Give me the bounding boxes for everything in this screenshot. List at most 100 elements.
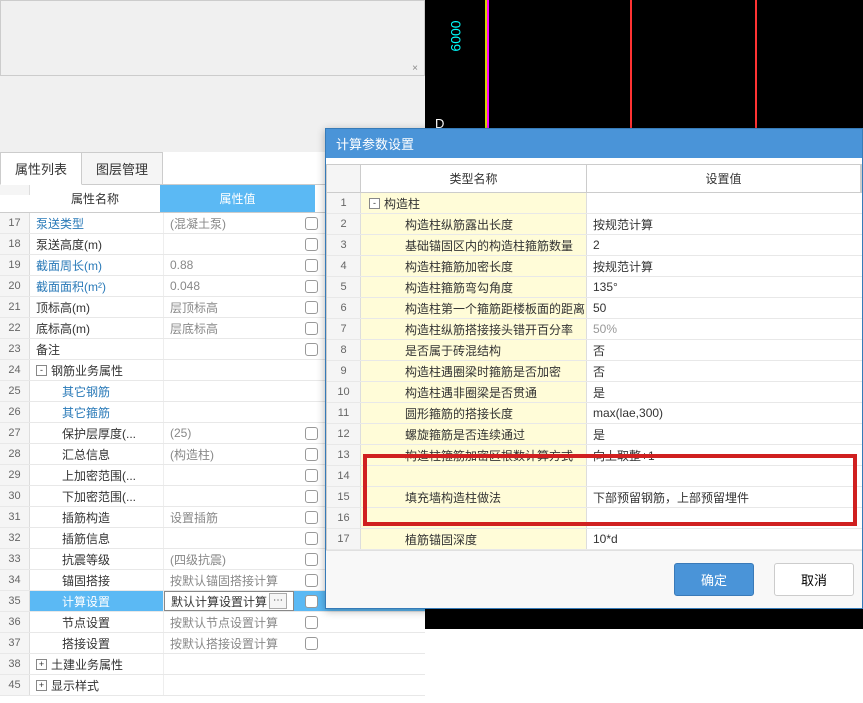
attach-checkbox[interactable]: [305, 532, 318, 545]
col-header-name[interactable]: 属性名称: [30, 185, 160, 212]
tab-properties[interactable]: 属性列表: [0, 152, 82, 185]
row-number: 30: [0, 486, 30, 506]
param-value[interactable]: 135°: [587, 277, 862, 297]
param-value[interactable]: 是: [587, 424, 862, 444]
attach-checkbox[interactable]: [305, 301, 318, 314]
param-row[interactable]: 17植筋锚固深度10*d: [327, 529, 862, 550]
attach-checkbox[interactable]: [305, 553, 318, 566]
attach-checkbox[interactable]: [305, 217, 318, 230]
param-value[interactable]: 否: [587, 361, 862, 381]
property-value[interactable]: (25): [164, 423, 294, 443]
param-value[interactable]: [587, 466, 862, 486]
param-value[interactable]: [587, 193, 862, 213]
param-body[interactable]: 1-构造柱2构造柱纵筋露出长度按规范计算3基础锚固区内的构造柱箍筋数量24构造柱…: [326, 193, 862, 550]
param-value[interactable]: 按规范计算: [587, 214, 862, 234]
attach-checkbox[interactable]: [305, 280, 318, 293]
ok-button[interactable]: 确定: [674, 563, 754, 596]
param-row[interactable]: 6构造柱第一个箍筋距楼板面的距离50: [327, 298, 862, 319]
param-value[interactable]: 向上取整+1: [587, 445, 862, 465]
param-value[interactable]: 50: [587, 298, 862, 318]
cancel-button[interactable]: 取消: [774, 563, 854, 596]
collapse-icon[interactable]: -: [369, 198, 380, 209]
attach-checkbox[interactable]: [305, 637, 318, 650]
attach-checkbox[interactable]: [305, 511, 318, 524]
attach-checkbox[interactable]: [305, 616, 318, 629]
property-value[interactable]: (混凝土泵): [164, 213, 294, 233]
property-value[interactable]: [164, 360, 294, 380]
attach-checkbox[interactable]: [305, 469, 318, 482]
param-row[interactable]: 15填充墙构造柱做法下部预留钢筋，上部预留埋件: [327, 487, 862, 508]
close-icon[interactable]: ×: [412, 63, 418, 74]
attach-checkbox[interactable]: [305, 427, 318, 440]
property-name: 汇总信息: [30, 444, 164, 464]
attach-checkbox[interactable]: [305, 322, 318, 335]
param-name: -构造柱: [361, 193, 587, 213]
param-value[interactable]: 2: [587, 235, 862, 255]
col-type-name[interactable]: 类型名称: [361, 165, 587, 192]
param-row[interactable]: 2构造柱纵筋露出长度按规范计算: [327, 214, 862, 235]
property-value[interactable]: (构造柱): [164, 444, 294, 464]
property-value[interactable]: 设置插筋: [164, 507, 294, 527]
param-row[interactable]: 3基础锚固区内的构造柱箍筋数量2: [327, 235, 862, 256]
param-row[interactable]: 12螺旋箍筋是否连续通过是: [327, 424, 862, 445]
attach-checkbox[interactable]: [305, 343, 318, 356]
attach-checkbox[interactable]: [305, 490, 318, 503]
param-value[interactable]: [587, 508, 862, 528]
property-row[interactable]: 37搭接设置按默认搭接设置计算: [0, 633, 425, 654]
property-value[interactable]: [164, 339, 294, 359]
property-row[interactable]: 36节点设置按默认节点设置计算: [0, 612, 425, 633]
property-value[interactable]: [164, 402, 294, 422]
param-value[interactable]: 50%: [587, 319, 862, 339]
col-set-value[interactable]: 设置值: [587, 165, 861, 192]
property-value[interactable]: 按默认节点设置计算: [164, 612, 294, 632]
param-value[interactable]: 下部预留钢筋，上部预留埋件: [587, 487, 862, 507]
property-value[interactable]: 0.88: [164, 255, 294, 275]
property-value[interactable]: [164, 234, 294, 254]
col-header-value[interactable]: 属性值: [160, 185, 315, 212]
property-value[interactable]: 默认计算设置计算⋯: [164, 591, 294, 611]
property-value[interactable]: 0.048: [164, 276, 294, 296]
param-row[interactable]: 14: [327, 466, 862, 487]
attach-checkbox[interactable]: [305, 238, 318, 251]
property-row[interactable]: 38+土建业务属性: [0, 654, 425, 675]
property-value[interactable]: (四级抗震): [164, 549, 294, 569]
property-row[interactable]: 45+显示样式: [0, 675, 425, 696]
param-value[interactable]: 否: [587, 340, 862, 360]
param-row[interactable]: 11圆形箍筋的搭接长度max(lae,300): [327, 403, 862, 424]
param-row[interactable]: 7构造柱纵筋搭接接头错开百分率50%: [327, 319, 862, 340]
param-value[interactable]: 按规范计算: [587, 256, 862, 276]
property-value[interactable]: [164, 381, 294, 401]
param-value[interactable]: 是: [587, 382, 862, 402]
param-name: 植筋锚固深度: [361, 529, 587, 549]
property-value[interactable]: 层底标高: [164, 318, 294, 338]
property-value[interactable]: 按默认搭接设置计算: [164, 633, 294, 653]
expand-icon[interactable]: +: [36, 680, 47, 691]
param-row[interactable]: 13构造柱箍筋加密区根数计算方式向上取整+1: [327, 445, 862, 466]
param-row[interactable]: 1-构造柱: [327, 193, 862, 214]
attach-checkbox[interactable]: [305, 448, 318, 461]
property-name: 底标高(m): [30, 318, 164, 338]
tab-layers[interactable]: 图层管理: [81, 152, 163, 184]
collapse-icon[interactable]: -: [36, 365, 47, 376]
property-value[interactable]: [164, 486, 294, 506]
property-value[interactable]: [164, 528, 294, 548]
browse-button[interactable]: ⋯: [269, 593, 287, 609]
param-row[interactable]: 5构造柱箍筋弯勾角度135°: [327, 277, 862, 298]
attach-checkbox[interactable]: [305, 595, 318, 608]
param-value[interactable]: max(lae,300): [587, 403, 862, 423]
attach-checkbox[interactable]: [305, 574, 318, 587]
expand-icon[interactable]: +: [36, 659, 47, 670]
param-row[interactable]: 4构造柱箍筋加密长度按规范计算: [327, 256, 862, 277]
property-value[interactable]: [164, 654, 294, 674]
attach-checkbox[interactable]: [305, 259, 318, 272]
property-value[interactable]: [164, 465, 294, 485]
property-value[interactable]: 层顶标高: [164, 297, 294, 317]
param-value[interactable]: 10*d: [587, 529, 862, 549]
param-row[interactable]: 8是否属于砖混结构否: [327, 340, 862, 361]
param-row[interactable]: 10构造柱遇非圈梁是否贯通是: [327, 382, 862, 403]
property-value[interactable]: [164, 675, 294, 695]
property-value[interactable]: 按默认锚固搭接计算: [164, 570, 294, 590]
dialog-title[interactable]: 计算参数设置: [326, 129, 862, 158]
param-row[interactable]: 16: [327, 508, 862, 529]
param-row[interactable]: 9构造柱遇圈梁时箍筋是否加密否: [327, 361, 862, 382]
